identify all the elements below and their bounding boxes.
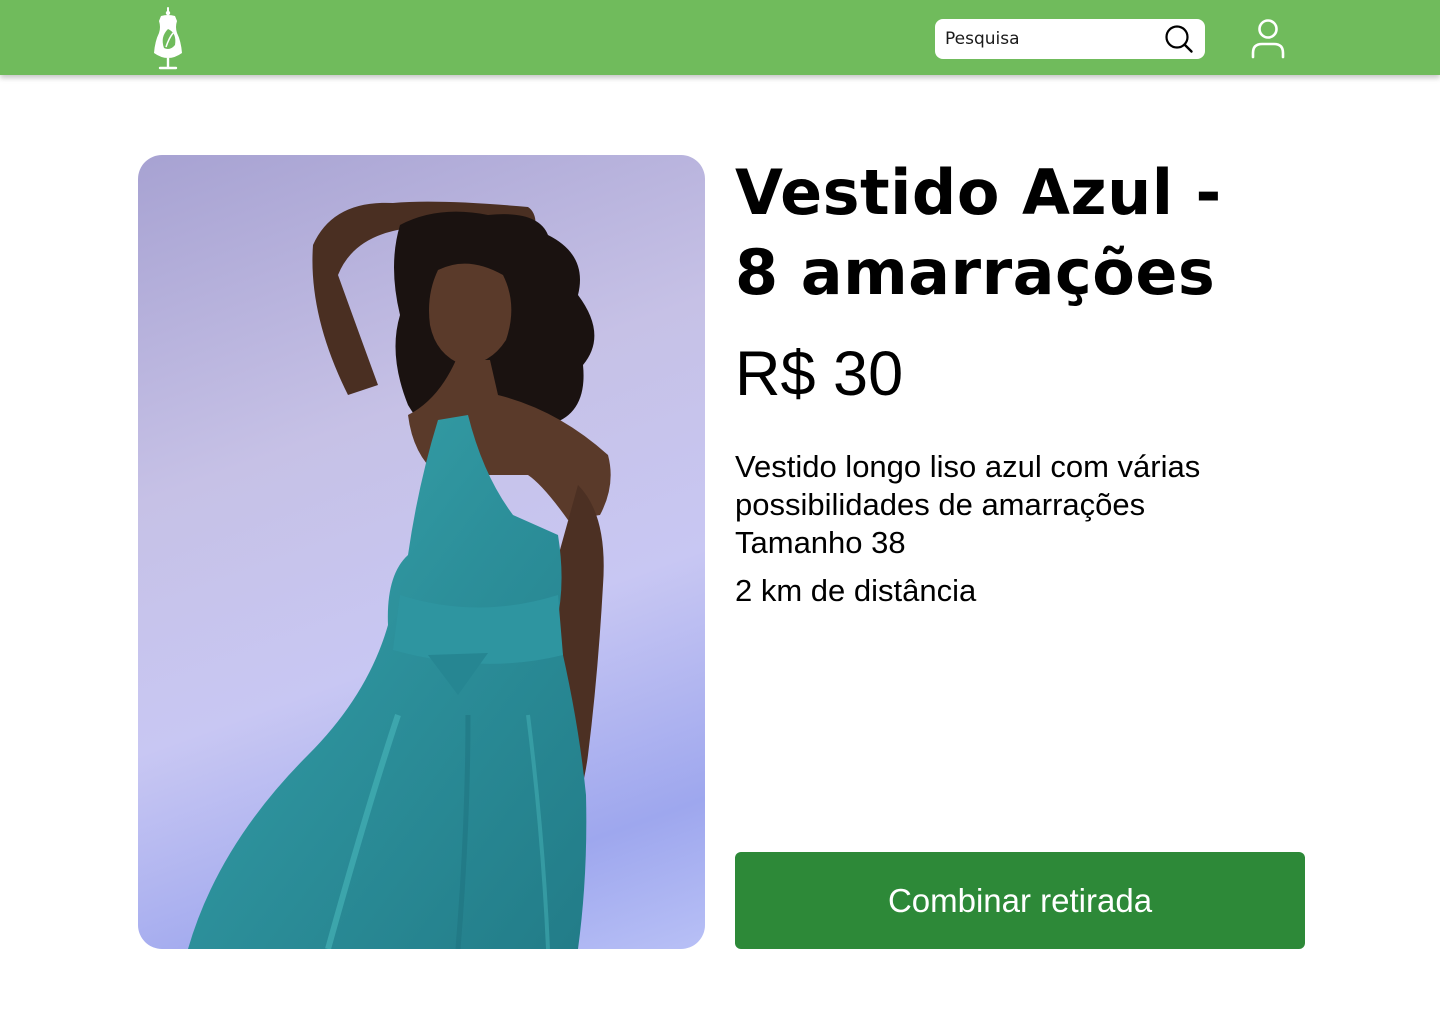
search-icon[interactable] xyxy=(1164,24,1194,54)
product-title-line: Vestido Azul - xyxy=(735,156,1222,229)
arrange-pickup-button[interactable]: Combinar retirada xyxy=(735,852,1305,949)
top-navbar xyxy=(0,0,1440,75)
product-description: Vestido longo liso azul com várias possi… xyxy=(735,448,1295,562)
dress-form-logo-icon[interactable] xyxy=(148,7,188,71)
user-icon[interactable] xyxy=(1248,18,1288,60)
product-title: Vestido Azul - 8 amarrações xyxy=(735,153,1295,313)
product-price: R$ 30 xyxy=(735,339,904,409)
product-photo xyxy=(138,155,705,949)
product-distance: 2 km de distância xyxy=(735,573,977,608)
product-title-line: 8 amarrações xyxy=(735,236,1216,309)
description-line: Vestido longo liso azul com várias xyxy=(735,449,1201,484)
description-line: Tamanho 38 xyxy=(735,525,906,560)
search-input[interactable] xyxy=(935,19,1155,59)
description-line: possibilidades de amarrações xyxy=(735,487,1146,522)
